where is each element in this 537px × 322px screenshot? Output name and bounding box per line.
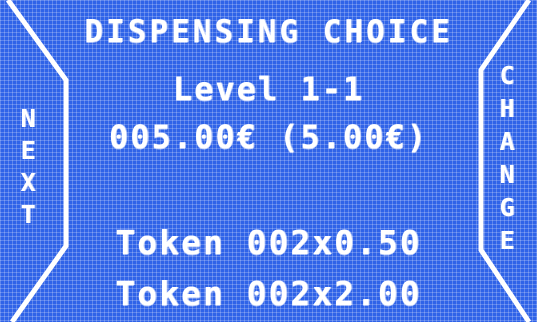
change-letter: N [499,160,515,189]
next-letter: E [20,136,36,165]
token-line-1: Token 002x0.50 [115,223,422,262]
token-line-2: Token 002x2.00 [115,274,422,313]
change-letter: C [499,61,515,90]
change-letter: A [499,127,515,156]
level-text: Level 1-1 [172,70,365,108]
next-letter: X [20,168,36,197]
next-label: N E X T [16,103,40,231]
credit-amount: 005.00€ (5.00€) [109,118,428,156]
change-letter: E [499,226,515,255]
next-button[interactable]: N E X T [0,0,52,322]
change-letter: H [499,94,515,123]
change-button[interactable]: C H A N G E [485,0,537,322]
change-label: C H A N G E [493,59,521,257]
change-letter: G [499,193,515,222]
next-letter: T [20,200,36,229]
lcd-display: DISPENSING CHOICE Level 1-1 005.00€ (5.0… [0,0,537,322]
next-letter: N [20,104,36,133]
screen-title: DISPENSING CHOICE [84,14,453,50]
